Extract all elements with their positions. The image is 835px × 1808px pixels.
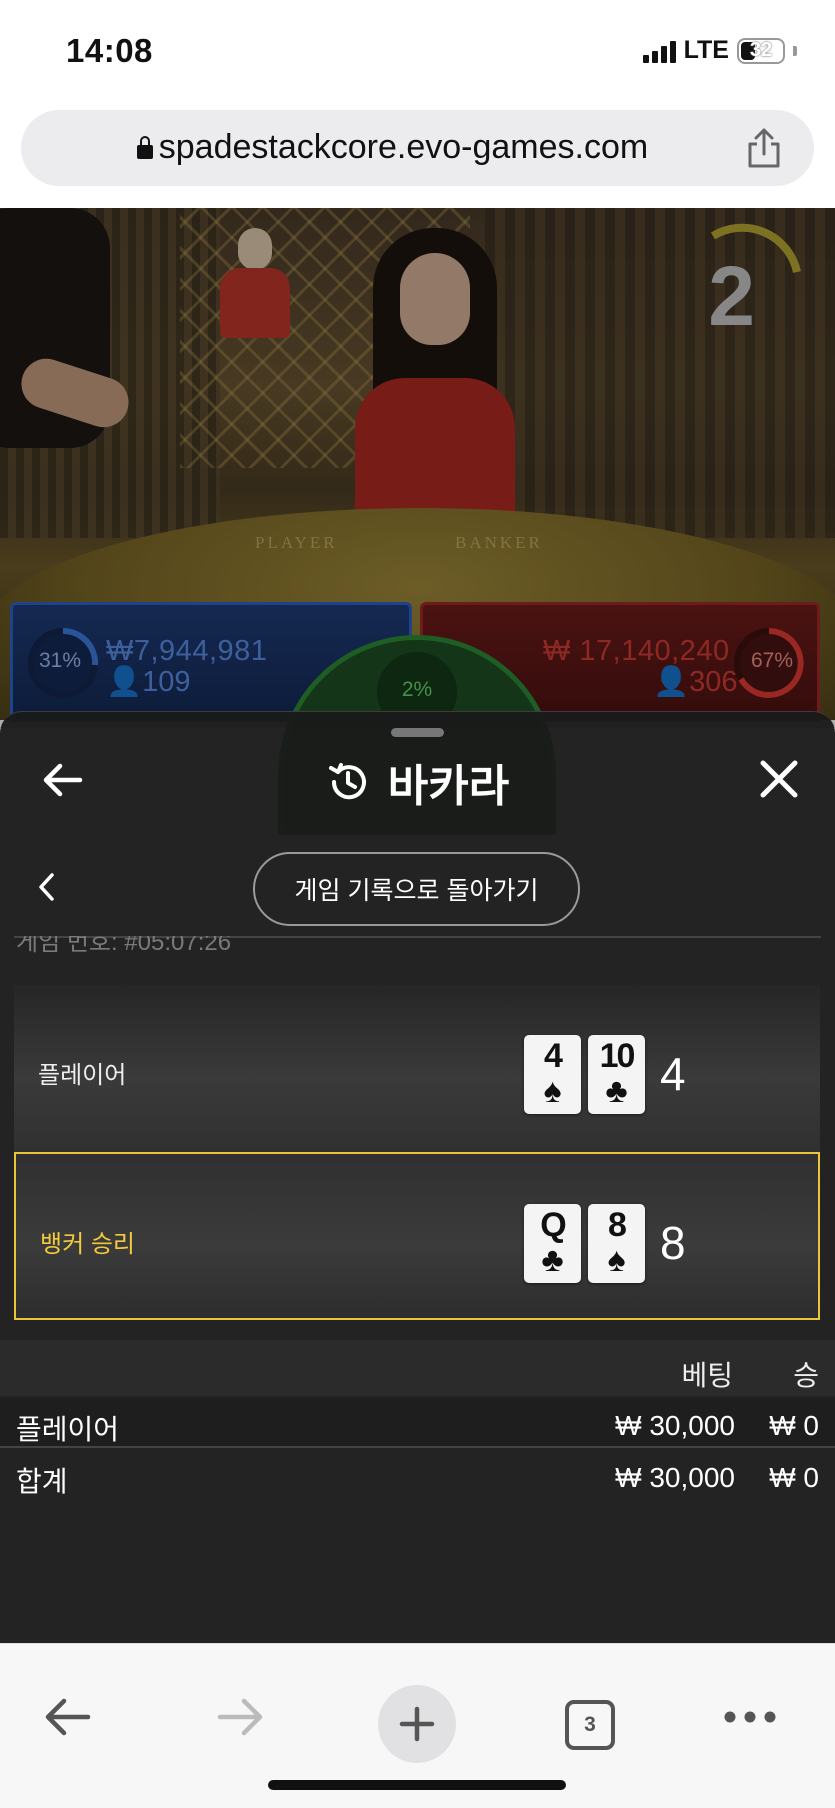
history-icon — [328, 763, 366, 800]
win-amount: ₩ 0 — [769, 1410, 819, 1441]
win-amount: ₩ 0 — [769, 1462, 819, 1493]
status-indicators: LTE 32 — [642, 36, 797, 65]
status-time: 14:08 — [66, 32, 153, 69]
card-rank: 10 — [599, 1037, 636, 1075]
share-icon[interactable] — [744, 126, 784, 170]
sheet-title: 바카라 — [387, 762, 510, 811]
bet-name: 플레이어 — [16, 1414, 120, 1445]
browser-toolbar: 3 — [0, 1643, 835, 1808]
bets-table-header: 베팅 승 — [0, 1340, 835, 1396]
table-row-total: 합계 ₩ 30,000 ₩ 0 — [0, 1450, 835, 1500]
round-number: 게임 번호: #05:07:26 — [16, 936, 232, 956]
playing-card: Q ♣ — [524, 1204, 581, 1283]
player-hand-label: 플레이어 — [38, 1062, 127, 1089]
bet-column-header: 베팅 — [681, 1360, 733, 1391]
bet-amount: ₩ 30,000 — [615, 1462, 735, 1493]
bet-name: 합계 — [16, 1466, 68, 1497]
home-indicator[interactable] — [268, 1780, 566, 1790]
url-bar[interactable]: spadestackcore.evo-games.com — [21, 110, 814, 186]
card-suit: ♣ — [541, 1241, 564, 1279]
card-rank: 8 — [608, 1206, 627, 1244]
chevron-left-icon[interactable] — [36, 872, 58, 902]
playing-card: 4 ♠ — [524, 1035, 581, 1114]
battery-icon: 32 — [737, 37, 785, 64]
return-to-history-button[interactable]: 게임 기록으로 돌아가기 — [253, 852, 580, 926]
new-tab-button[interactable] — [378, 1685, 456, 1763]
url-text[interactable]: spadestackcore.evo-games.com — [159, 128, 648, 166]
back-arrow-icon[interactable] — [40, 1690, 94, 1744]
banker-score: 8 — [660, 1217, 686, 1269]
sheet-header: 바카라 — [0, 750, 835, 814]
lock-icon — [136, 136, 153, 159]
plus-icon — [399, 1706, 435, 1742]
url-text-container[interactable]: spadestackcore.evo-games.com — [21, 128, 814, 167]
forward-arrow-icon[interactable] — [214, 1690, 268, 1744]
bet-amount: ₩ 30,000 — [615, 1410, 735, 1441]
player-score: 4 — [660, 1048, 686, 1100]
card-rank: 4 — [544, 1037, 563, 1075]
card-suit: ♣ — [605, 1072, 628, 1110]
status-bar: 14:08 LTE 32 — [0, 0, 835, 105]
card-suit: ♠ — [543, 1072, 562, 1110]
network-label: LTE — [683, 36, 729, 64]
banker-hand: 뱅커 승리 Q ♣ 8 ♠ 8 — [14, 1152, 820, 1320]
banker-hand-label: 뱅커 승리 — [40, 1231, 135, 1258]
close-icon[interactable] — [759, 759, 799, 799]
player-hand: 플레이어 4 ♠ 10 ♣ 4 — [14, 985, 820, 1153]
card-suit: ♠ — [607, 1241, 626, 1279]
sheet-grabber[interactable] — [391, 728, 444, 737]
card-rank: Q — [540, 1206, 566, 1244]
game-history-sheet: 바카라 게임 기록으로 돌아가기 게임 번호: #05:07:26 플레이어 4… — [0, 711, 835, 1643]
signal-icon — [642, 39, 676, 63]
win-column-header: 승 — [793, 1360, 819, 1391]
playing-card: 8 ♠ — [588, 1204, 645, 1283]
battery-level: 32 — [749, 39, 773, 61]
table-row: 플레이어 ₩ 30,000 ₩ 0 — [0, 1398, 835, 1448]
playing-card: 10 ♣ — [588, 1035, 645, 1114]
more-icon[interactable] — [722, 1707, 778, 1727]
tabs-button[interactable]: 3 — [565, 1700, 615, 1750]
